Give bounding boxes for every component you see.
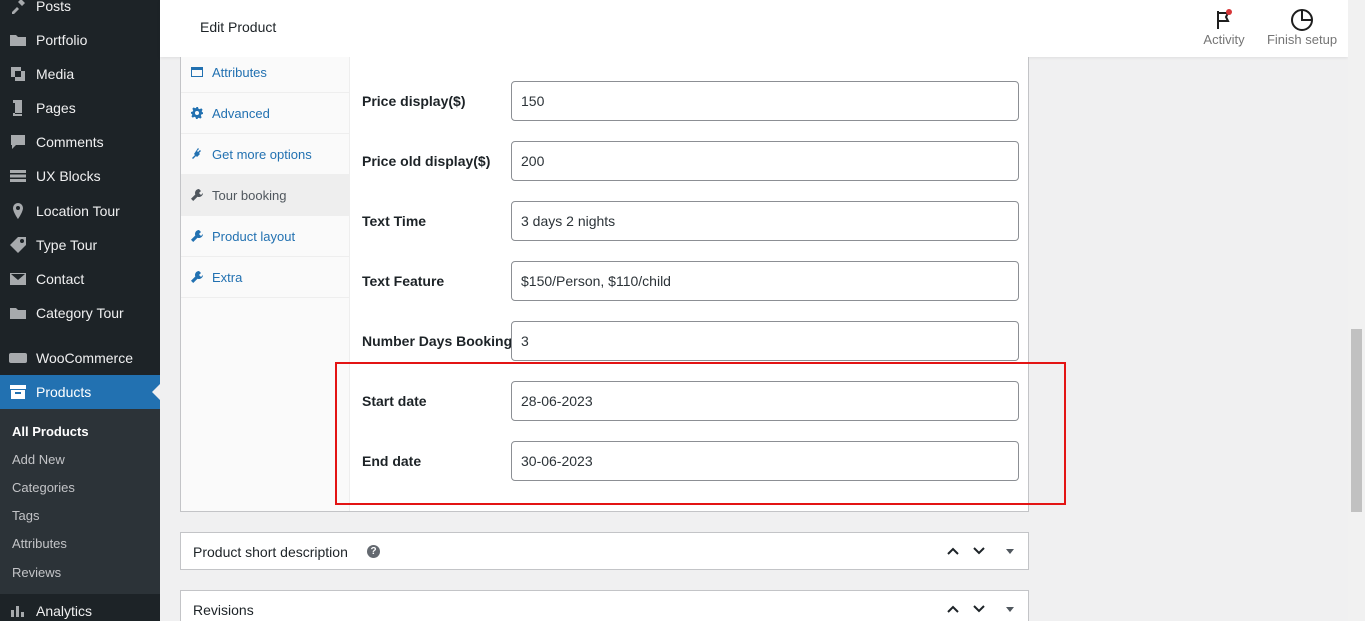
tab-tour-booking[interactable]: Tour booking xyxy=(181,175,349,216)
tab-label: Attributes xyxy=(212,64,267,80)
price-display-label: Price display($) xyxy=(362,93,466,109)
menu-item-portfolio[interactable]: Portfolio xyxy=(0,23,160,57)
product-data-tabs: Attributes Advanced Get more options Tou… xyxy=(181,57,350,511)
header-bar: Edit Product Activity Finish setup xyxy=(160,0,1348,57)
text-time-input[interactable] xyxy=(511,201,1019,241)
price-old-display-label: Price old display($) xyxy=(362,153,491,169)
menu-label: WooCommerce xyxy=(36,350,133,366)
menu-label: Type Tour xyxy=(36,237,98,253)
submenu-attributes[interactable]: Attributes xyxy=(12,536,67,551)
menu-label: Media xyxy=(36,66,75,82)
short-description-metabox: Product short description ? xyxy=(180,532,1029,570)
number-days-booking-label: Number Days Booking xyxy=(362,333,513,349)
toggle-panel-icon[interactable] xyxy=(1000,541,1020,561)
location-icon xyxy=(0,201,36,221)
text-feature-input[interactable] xyxy=(511,261,1019,301)
move-up-icon[interactable] xyxy=(943,541,963,561)
wrench-icon xyxy=(181,189,212,201)
menu-item-category-tour[interactable]: Category Tour xyxy=(0,296,160,330)
tab-label: Extra xyxy=(212,269,243,285)
toggle-panel-icon[interactable] xyxy=(1000,599,1020,619)
move-up-icon[interactable] xyxy=(943,599,963,619)
pages-icon xyxy=(0,98,36,118)
finish-setup-button[interactable]: Finish setup xyxy=(1266,6,1338,47)
tab-label: Tour booking xyxy=(212,187,287,203)
menu-item-type-tour[interactable]: Type Tour xyxy=(0,228,160,262)
tab-extra[interactable]: Extra xyxy=(181,257,349,298)
text-feature-label: Text Feature xyxy=(362,273,445,289)
table-icon xyxy=(181,66,212,78)
menu-label: Products xyxy=(36,384,92,400)
menu-label: UX Blocks xyxy=(36,168,101,184)
pin-icon xyxy=(0,0,36,16)
menu-label: Analytics xyxy=(36,603,93,619)
page-scrollbar[interactable] xyxy=(1348,0,1365,621)
move-down-icon[interactable] xyxy=(969,599,989,619)
menu-label: Category Tour xyxy=(36,305,124,321)
submenu-tags[interactable]: Tags xyxy=(12,508,39,523)
menu-item-media[interactable]: Media xyxy=(0,57,160,91)
menu-item-posts[interactable]: Posts xyxy=(0,0,160,23)
mail-icon xyxy=(0,269,36,289)
wrench-icon xyxy=(181,271,212,283)
revisions-metabox: Revisions xyxy=(180,590,1029,621)
tab-product-layout[interactable]: Product layout xyxy=(181,216,349,257)
tab-label: Advanced xyxy=(212,105,270,121)
archive-icon xyxy=(0,382,36,402)
submenu-reviews[interactable]: Reviews xyxy=(12,565,61,580)
menu-label: Location Tour xyxy=(36,203,120,219)
tab-get-more-options[interactable]: Get more options xyxy=(181,134,349,175)
menu-item-comments[interactable]: Comments xyxy=(0,125,160,159)
menu-item-analytics[interactable]: Analytics xyxy=(0,594,160,621)
menu-label: Pages xyxy=(36,100,76,116)
price-display-input[interactable] xyxy=(511,81,1019,121)
menu-item-ux-blocks[interactable]: UX Blocks xyxy=(0,159,160,193)
menu-item-products[interactable]: Products xyxy=(0,375,160,409)
menu-item-contact[interactable]: Contact xyxy=(0,262,160,296)
tab-advanced[interactable]: Advanced xyxy=(181,93,349,134)
tab-label: Get more options xyxy=(212,146,312,162)
tab-label: Product layout xyxy=(212,228,296,244)
submenu-categories[interactable]: Categories xyxy=(12,480,75,495)
number-days-booking-input[interactable] xyxy=(511,321,1019,361)
wrench-icon xyxy=(181,230,212,242)
menu-item-pages[interactable]: Pages xyxy=(0,91,160,125)
plugin-icon xyxy=(181,148,212,160)
activity-label: Activity xyxy=(1203,32,1245,47)
move-down-icon[interactable] xyxy=(969,541,989,561)
flag-icon xyxy=(1217,9,1232,29)
tag-icon xyxy=(0,235,36,255)
menu-item-woocommerce[interactable]: WooCommerce xyxy=(0,341,160,375)
scrollbar-thumb[interactable] xyxy=(1351,329,1362,512)
metabox-title: Revisions xyxy=(193,602,254,618)
metabox-title: Product short description xyxy=(193,544,348,560)
gear-icon xyxy=(181,107,212,119)
folder-icon xyxy=(0,303,36,323)
page-title: Edit Product xyxy=(200,19,277,35)
media-icon xyxy=(0,64,36,84)
submenu-add-new[interactable]: Add New xyxy=(12,452,65,467)
text-time-label: Text Time xyxy=(362,213,427,229)
menu-item-location-tour[interactable]: Location Tour xyxy=(0,194,160,228)
progress-circle-icon xyxy=(1291,9,1313,31)
blocks-icon xyxy=(0,166,36,186)
products-submenu: All Products Add New Categories Tags Att… xyxy=(0,409,160,594)
menu-label: Posts xyxy=(36,0,72,14)
folder-icon xyxy=(0,30,36,50)
price-old-display-input[interactable] xyxy=(511,141,1019,181)
submenu-all-products[interactable]: All Products xyxy=(12,424,89,439)
finish-setup-label: Finish setup xyxy=(1266,32,1338,47)
comment-icon xyxy=(0,132,36,152)
activity-button[interactable]: Activity xyxy=(1194,6,1254,47)
menu-label: Comments xyxy=(36,134,104,150)
chart-icon xyxy=(0,601,36,621)
tab-attributes[interactable]: Attributes xyxy=(181,52,349,93)
menu-label: Portfolio xyxy=(36,32,88,48)
menu-label: Contact xyxy=(36,271,85,287)
woo-icon xyxy=(0,348,36,368)
help-icon[interactable]: ? xyxy=(367,545,380,558)
highlight-annotation-box xyxy=(335,362,1066,505)
admin-sidebar: Posts Portfolio Media Pages Comments UX … xyxy=(0,0,160,621)
